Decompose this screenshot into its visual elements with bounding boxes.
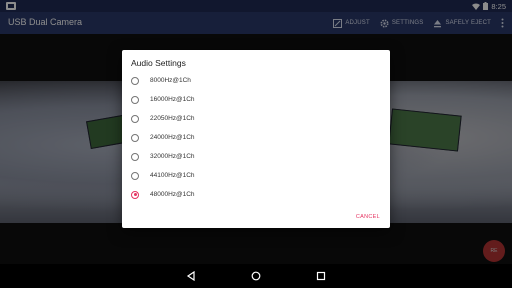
option-label: 22050Hz@1Ch <box>150 115 195 122</box>
audio-option-48000[interactable]: 48000Hz@1Ch <box>131 185 381 204</box>
option-label: 48000Hz@1Ch <box>150 191 195 198</box>
radio-button[interactable] <box>131 190 139 199</box>
audio-option-22050[interactable]: 22050Hz@1Ch <box>131 109 381 128</box>
radio-button[interactable] <box>131 152 139 161</box>
audio-option-8000[interactable]: 8000Hz@1Ch <box>131 71 381 90</box>
option-label: 16000Hz@1Ch <box>150 96 195 103</box>
radio-button[interactable] <box>131 171 139 180</box>
option-label: 24000Hz@1Ch <box>150 134 195 141</box>
radio-button[interactable] <box>131 95 139 104</box>
audio-option-16000[interactable]: 16000Hz@1Ch <box>131 90 381 109</box>
recents-icon[interactable] <box>316 271 326 281</box>
audio-option-32000[interactable]: 32000Hz@1Ch <box>131 147 381 166</box>
audio-option-24000[interactable]: 24000Hz@1Ch <box>131 128 381 147</box>
audio-options-list: 8000Hz@1Ch 16000Hz@1Ch 22050Hz@1Ch 24000… <box>131 71 381 204</box>
audio-option-44100[interactable]: 44100Hz@1Ch <box>131 166 381 185</box>
option-label: 8000Hz@1Ch <box>150 77 191 84</box>
audio-settings-dialog: Audio Settings 8000Hz@1Ch 16000Hz@1Ch 22… <box>122 50 390 228</box>
navigation-bar <box>0 264 512 288</box>
radio-button[interactable] <box>131 76 139 85</box>
radio-button[interactable] <box>131 114 139 123</box>
dialog-title: Audio Settings <box>131 58 186 68</box>
home-icon[interactable] <box>251 271 261 281</box>
option-label: 32000Hz@1Ch <box>150 153 195 160</box>
cancel-button[interactable]: CANCEL <box>356 214 380 220</box>
radio-button[interactable] <box>131 133 139 142</box>
option-label: 44100Hz@1Ch <box>150 172 195 179</box>
back-icon[interactable] <box>186 271 196 281</box>
